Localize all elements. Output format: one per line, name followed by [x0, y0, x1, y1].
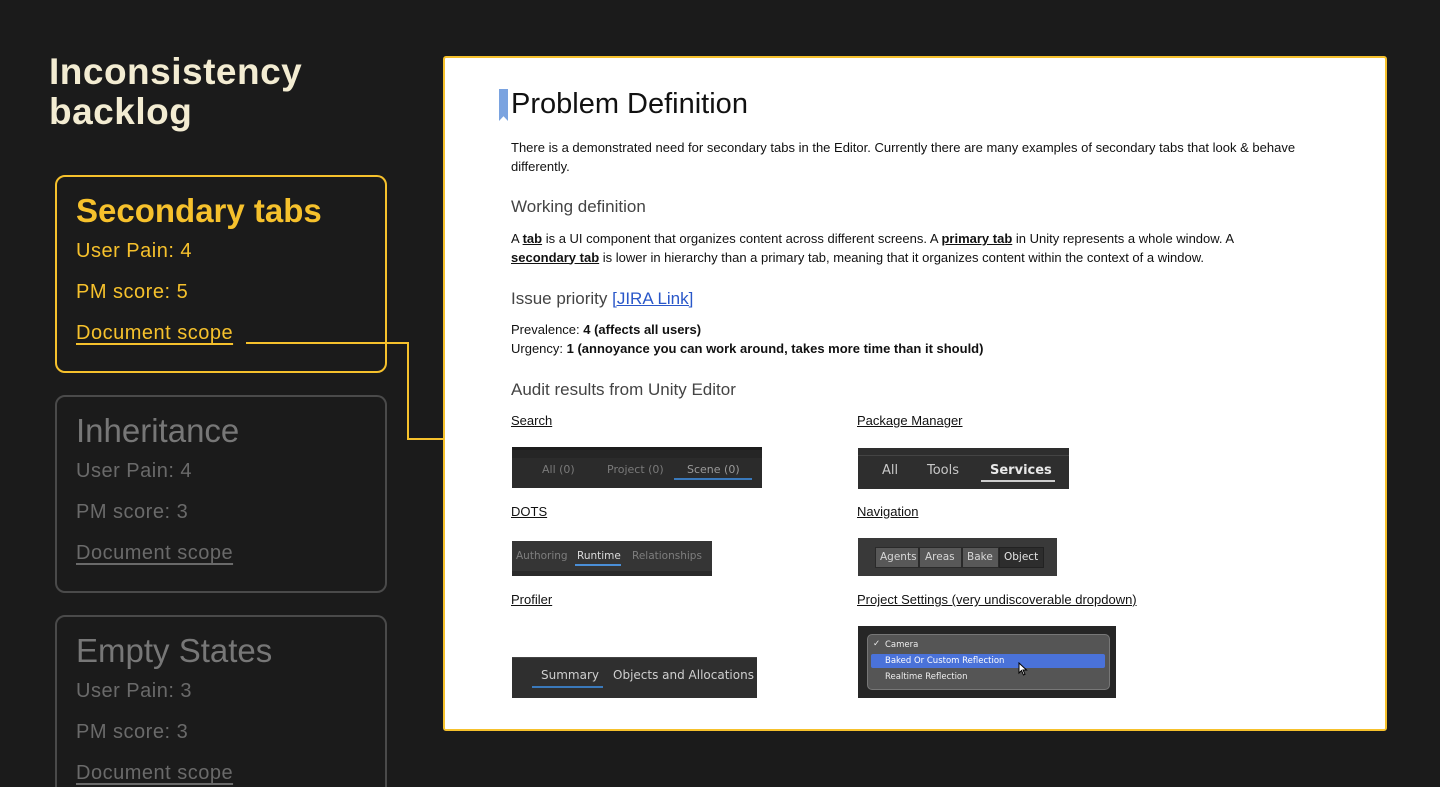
project-settings-dropdown-screenshot: ✓ Camera Baked Or Custom Reflection Real…	[858, 626, 1116, 698]
search-section-label[interactable]: Search	[511, 413, 552, 428]
dropdown-item-baked: Baked Or Custom Reflection	[885, 656, 1005, 666]
backlog-card-empty-states[interactable]: Empty States User Pain: 3 PM score: 3 Do…	[55, 615, 387, 787]
connector-line	[407, 438, 445, 440]
dots-tabs-screenshot: Authoring Runtime Relationships	[512, 541, 712, 576]
urgency-line: Urgency: 1 (annoyance you can work aroun…	[511, 341, 984, 356]
card-user-pain: User Pain: 3	[76, 680, 193, 702]
tab-objects-allocations: Objects and Allocations	[613, 668, 754, 682]
tab-all: All (0)	[542, 463, 575, 476]
tab-summary: Summary	[541, 668, 599, 682]
document-preview: Problem Definition There is a demonstrat…	[443, 56, 1387, 731]
document-scope-link[interactable]: Document scope	[76, 322, 233, 344]
backlog-card-inheritance[interactable]: Inheritance User Pain: 4 PM score: 3 Doc…	[55, 395, 387, 593]
profiler-section-label[interactable]: Profiler	[511, 592, 552, 607]
navigation-section-label[interactable]: Navigation	[857, 504, 918, 519]
search-tabs-screenshot: All (0) Project (0) Scene (0)	[512, 447, 762, 488]
bookmark-icon	[499, 89, 508, 121]
prevalence-line: Prevalence: 4 (affects all users)	[511, 322, 702, 337]
tab-areas: Areas	[925, 551, 955, 563]
audit-heading: Audit results from Unity Editor	[511, 380, 736, 399]
dots-section-label[interactable]: DOTS	[511, 504, 547, 519]
card-title: Secondary tabs	[76, 192, 322, 229]
tab-object: Object	[1004, 551, 1039, 563]
jira-link[interactable]: [JIRA Link]	[612, 289, 693, 308]
tab-all: All	[882, 463, 899, 478]
card-pm-score: PM score: 3	[76, 721, 189, 743]
tab-scene: Scene (0)	[687, 463, 740, 476]
document-scope-link[interactable]: Document scope	[76, 542, 233, 564]
fade-overlay	[445, 699, 1385, 729]
tab-tools: Tools	[927, 463, 960, 478]
tab-agents: Agents	[880, 551, 917, 563]
doc-intro: There is a demonstrated need for seconda…	[511, 140, 1296, 174]
tab-authoring: Authoring	[516, 550, 568, 562]
card-pm-score: PM score: 5	[76, 281, 189, 303]
cursor-icon	[1018, 662, 1028, 676]
page-title: Inconsistency backlog	[49, 51, 303, 132]
document-scope-link[interactable]: Document scope	[76, 762, 233, 784]
check-icon: ✓	[873, 639, 881, 649]
tab-bake: Bake	[967, 551, 993, 563]
card-pm-score: PM score: 3	[76, 501, 189, 523]
card-user-pain: User Pain: 4	[76, 460, 193, 482]
issue-priority-heading: Issue priority [JIRA Link]	[511, 289, 694, 308]
navigation-tabs-screenshot: Agents Areas Bake Object	[858, 538, 1057, 576]
tab-services: Services	[990, 463, 1052, 478]
package-manager-tabs-screenshot: All Tools Services	[858, 448, 1069, 489]
package-manager-section-label[interactable]: Package Manager	[857, 413, 963, 428]
card-title: Inheritance	[76, 412, 240, 449]
dropdown-item-camera: Camera	[885, 640, 919, 650]
project-settings-section-label[interactable]: Project Settings (very undiscoverable dr…	[857, 592, 1137, 607]
card-title: Empty States	[76, 632, 273, 669]
connector-line	[246, 342, 409, 344]
tab-project: Project (0)	[607, 463, 664, 476]
tab-runtime: Runtime	[577, 550, 621, 562]
working-definition-heading: Working definition	[511, 197, 646, 216]
doc-title: Problem Definition	[511, 88, 748, 120]
working-definition-text: A tab is a UI component that organizes c…	[511, 231, 1235, 265]
profiler-tabs-screenshot: Summary Objects and Allocations	[512, 657, 757, 698]
connector-line	[407, 342, 409, 440]
tab-relationships: Relationships	[632, 550, 702, 562]
dropdown-item-realtime: Realtime Reflection	[885, 672, 968, 682]
card-user-pain: User Pain: 4	[76, 240, 193, 262]
